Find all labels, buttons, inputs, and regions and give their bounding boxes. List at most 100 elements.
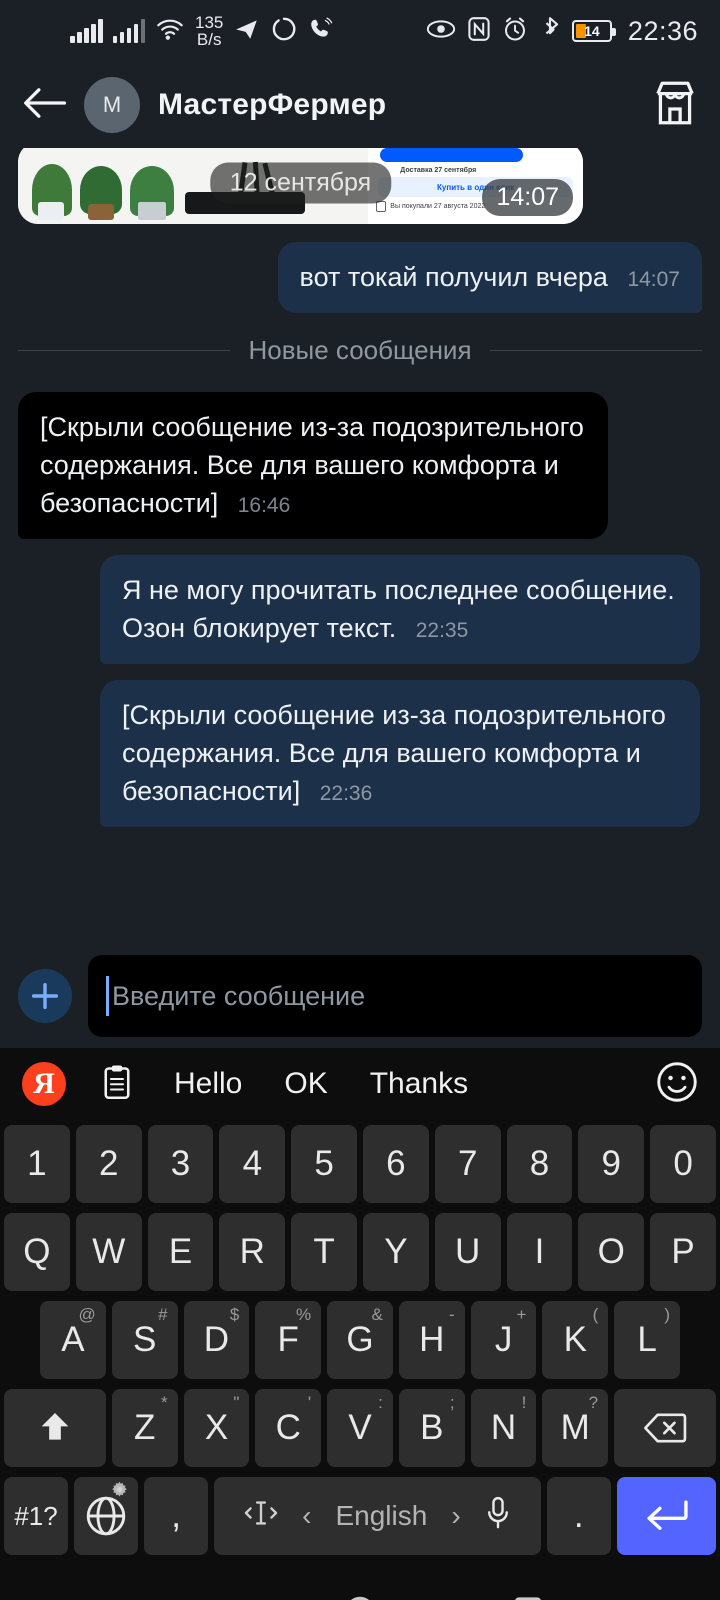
period-key[interactable]: . [546,1477,611,1555]
key-label: 9 [601,1144,622,1183]
backspace-key[interactable] [614,1389,717,1467]
key-f[interactable]: % F [255,1301,322,1379]
key-i[interactable]: I [506,1213,573,1291]
key-0[interactable]: 0 [650,1125,716,1203]
signal-icon [70,19,103,43]
space-next-language[interactable]: › [451,1500,460,1532]
key-sup: & [371,1305,383,1324]
nav-recents-icon[interactable] [508,1594,548,1600]
message-bubble-blocked[interactable]: [Скрыли сообщение из-за подозрительного … [18,392,608,539]
key-d[interactable]: $ D [183,1301,250,1379]
key-r[interactable]: R [219,1213,286,1291]
key-c[interactable]: ' C [255,1389,322,1467]
key-8[interactable]: 8 [506,1125,573,1203]
photo-card-delivery: Доставка 27 сентября [400,167,477,174]
message-row: [Скрыли сообщение из-за подозрительного … [18,680,702,827]
key-u[interactable]: U [434,1213,501,1291]
store-icon[interactable] [652,79,698,132]
message-input[interactable]: Введите сообщение [88,955,702,1037]
globe-key[interactable] [74,1477,139,1555]
phone-screen: 135 B/s 14 22:36 М МастерФермер Доставка… [0,0,720,1600]
photo-timestamp: 14:07 [482,179,573,216]
shift-key[interactable] [3,1389,106,1467]
key-k[interactable]: (K [542,1301,609,1379]
key-label: Q [23,1232,51,1271]
message-bubble-in[interactable]: Я не могу прочитать последнее сообщение.… [100,555,700,664]
key-label: . [573,1496,584,1535]
key-o[interactable]: O [578,1213,645,1291]
key-z[interactable]: * Z [111,1389,178,1467]
key-j[interactable]: + J [470,1301,537,1379]
key-2[interactable]: 2 [75,1125,142,1203]
keyboard-row-numbers: 1 2 3 4 5 6 7 8 9 0 [0,1120,720,1208]
key-t[interactable]: T [291,1213,357,1291]
key-sup: ! [521,1393,527,1412]
key-v[interactable]: :V [327,1389,393,1467]
space-prev-language[interactable]: ‹ [302,1500,311,1532]
chat-messages-area[interactable]: Доставка 27 сентября Купить в один клик … [0,148,720,944]
photo-message[interactable]: Доставка 27 сентября Купить в один клик … [18,148,583,224]
key-p[interactable]: P [650,1213,716,1291]
signal-icon-secondary [112,19,145,43]
key-a[interactable]: @ A [39,1301,106,1379]
key-y[interactable]: Y [363,1213,429,1291]
key-h[interactable]: -H [398,1301,465,1379]
key-sup: ; [449,1393,455,1412]
key-m[interactable]: ? M [542,1389,609,1467]
key-label: A [61,1320,85,1359]
key-label: S [132,1320,157,1359]
key-label: 2 [98,1144,119,1183]
key-label: W [92,1232,126,1271]
suggestion-hello[interactable]: Hello [174,1067,242,1101]
symbols-key[interactable]: #1? [4,1477,69,1555]
message-input-bar: Введите сообщение [0,944,720,1048]
enter-key[interactable] [616,1477,716,1555]
key-x[interactable]: " X [183,1389,250,1467]
key-5[interactable]: 5 [291,1125,357,1203]
nav-back-icon[interactable] [172,1594,212,1600]
key-1[interactable]: 1 [4,1125,70,1203]
key-label: Z [134,1408,156,1447]
key-e[interactable]: E [147,1213,214,1291]
key-label: 1 [27,1144,47,1183]
key-q[interactable]: Q [4,1213,70,1291]
key-4[interactable]: 4 [219,1125,286,1203]
clipboard-icon[interactable] [102,1064,132,1105]
key-l[interactable]: ) L [614,1301,681,1379]
back-arrow-icon[interactable] [22,86,67,125]
status-bar-right: 14 22:36 [426,16,698,47]
key-s[interactable]: # S [111,1301,178,1379]
key-g[interactable]: & G [327,1301,393,1379]
key-sup: * [161,1393,168,1412]
message-bubble-in[interactable]: [Скрыли сообщение из-за подозрительного … [100,680,700,827]
suggestion-ok[interactable]: OK [284,1067,327,1101]
microphone-icon[interactable] [485,1496,511,1537]
attach-plus-icon[interactable] [18,969,72,1023]
yandex-logo-icon[interactable]: Я [22,1062,66,1106]
emoji-icon[interactable] [656,1061,698,1108]
key-sup: @ [78,1305,96,1324]
message-bubble-out[interactable]: вот токай получил вчера 14:07 [277,242,702,313]
message-timestamp: 14:07 [627,268,680,291]
network-speed: 135 B/s [195,14,223,48]
key-w[interactable]: W [75,1213,142,1291]
key-label: T [313,1232,335,1271]
key-7[interactable]: 7 [434,1125,501,1203]
key-9[interactable]: 9 [578,1125,645,1203]
key-sup: ? [588,1393,599,1412]
suggestion-thanks[interactable]: Thanks [370,1067,468,1101]
key-3[interactable]: 3 [147,1125,214,1203]
space-key[interactable]: ‹ English › [214,1477,541,1555]
key-label: 0 [673,1144,693,1183]
keyboard-row-function: #1? , ‹ English › . [0,1472,720,1560]
key-6[interactable]: 6 [363,1125,429,1203]
key-n[interactable]: ! N [470,1389,537,1467]
key-sup: % [295,1305,312,1324]
cursor-move-icon[interactable] [244,1498,278,1535]
key-b[interactable]: ; B [398,1389,465,1467]
nav-home-icon[interactable] [340,1594,380,1600]
comma-key[interactable]: , [144,1477,209,1555]
on-screen-keyboard[interactable]: Я Hello OK Thanks 1 2 3 4 5 6 7 8 9 0 Q … [0,1048,720,1566]
divider-line-right [489,350,703,351]
avatar[interactable]: М [84,77,140,133]
